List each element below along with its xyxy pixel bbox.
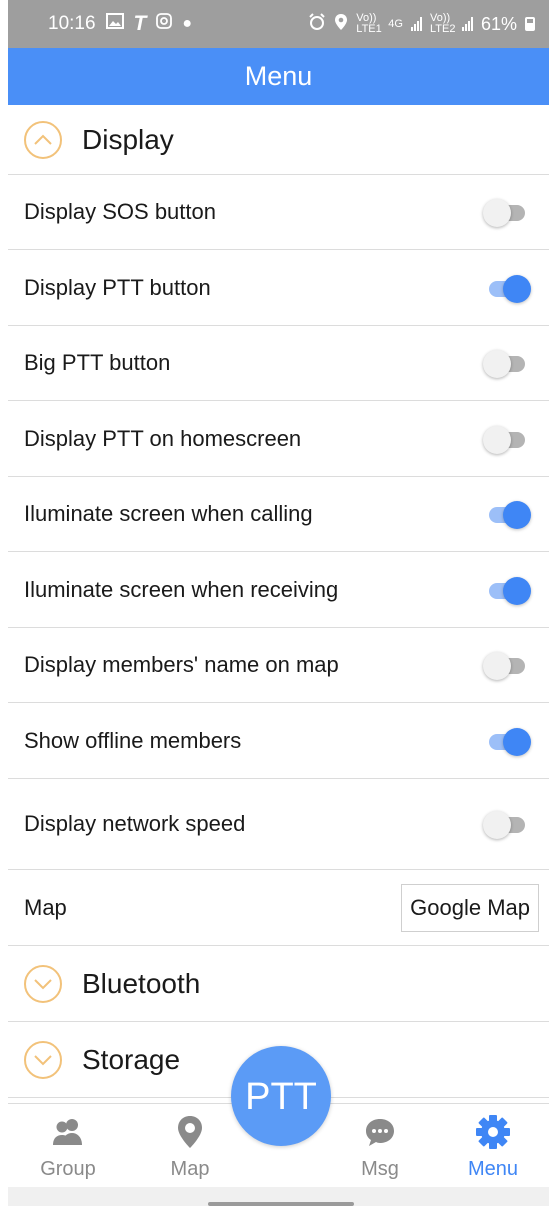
setting-row-offline-members: Show offline members (8, 703, 549, 779)
section-label: Storage (82, 1043, 181, 1075)
setting-row-members-name: Display members' name on map (8, 628, 549, 703)
offline-members-toggle[interactable] (483, 726, 531, 756)
status-right: Vo)) LTE1 4G Vo)) LTE2 61% (308, 13, 535, 36)
big-ptt-toggle[interactable] (483, 348, 531, 378)
chevron-up-icon (24, 120, 62, 159)
home-indicator[interactable] (208, 1202, 354, 1206)
section-label: Display (82, 123, 174, 155)
toggle-thumb (483, 425, 511, 454)
nav-label: Group (40, 1158, 96, 1180)
system-nav-area (8, 1187, 549, 1206)
signal-icon-2 (461, 17, 473, 31)
section-label: Bluetooth (82, 967, 201, 999)
location-icon (334, 13, 348, 36)
page-title: Menu (244, 61, 313, 91)
sos-toggle[interactable] (483, 197, 531, 227)
setting-label: Display members' name on map (24, 652, 339, 677)
toggle-thumb (503, 501, 531, 529)
signal-icon (410, 17, 422, 31)
nav-label: Map (170, 1158, 210, 1180)
setting-row-map: Map Google Map (8, 870, 549, 946)
illuminate-calling-toggle[interactable] (483, 499, 531, 529)
toggle-thumb (483, 811, 511, 839)
instagram-icon (156, 13, 173, 35)
map-provider-select[interactable]: Google Map (401, 883, 539, 932)
alarm-icon (308, 12, 326, 36)
setting-row-big-ptt: Big PTT button (8, 326, 549, 401)
volte2-indicator: Vo)) LTE2 (429, 12, 456, 35)
toggle-thumb (483, 652, 511, 680)
network-speed-toggle[interactable] (483, 809, 531, 839)
ptt-toggle[interactable] (483, 273, 531, 303)
illuminate-receiving-toggle[interactable] (483, 575, 531, 605)
group-icon (50, 1112, 86, 1152)
setting-row-ptt-homescreen: Display PTT on homescreen (8, 401, 549, 477)
setting-label: Map (24, 894, 67, 920)
nav-group[interactable]: Group (18, 1112, 118, 1181)
status-bar: 10:16 T ● Vo)) LTE1 4G Vo)) LTE2 61% (8, 0, 549, 48)
chevron-down-icon (24, 964, 62, 1003)
members-name-toggle[interactable] (483, 650, 531, 680)
setting-label: Big PTT button (24, 350, 171, 375)
toggle-thumb (503, 727, 531, 756)
setting-label: Display network speed (24, 811, 246, 836)
gear-icon (475, 1112, 511, 1152)
ptt-homescreen-toggle[interactable] (483, 424, 531, 454)
app-bar: Menu (8, 48, 549, 105)
nav-label: Menu (467, 1158, 519, 1180)
section-display[interactable]: Display (8, 105, 549, 175)
toggle-thumb (483, 350, 511, 378)
setting-row-illuminate-receiving: Iluminate screen when receiving (8, 552, 549, 628)
setting-label: Iluminate screen when receiving (24, 576, 339, 602)
dot-icon: ● (182, 15, 193, 32)
toggle-thumb (503, 576, 531, 605)
setting-row-ptt: Display PTT button (8, 250, 549, 326)
battery-percent: 61% (480, 13, 517, 34)
settings-list: Display Display SOS button Display PTT b… (8, 105, 549, 1098)
setting-label: Display PTT on homescreen (24, 425, 302, 451)
toggle-thumb (503, 274, 531, 303)
nav-msg[interactable]: Msg (330, 1112, 430, 1181)
t-icon: T (133, 12, 147, 35)
toggle-thumb (483, 199, 511, 227)
status-left: 10:16 T ● (48, 12, 192, 36)
image-icon (105, 13, 124, 35)
chevron-down-icon (24, 1040, 62, 1079)
network-type: 4G (388, 17, 403, 30)
section-bluetooth[interactable]: Bluetooth (8, 946, 549, 1022)
setting-row-illuminate-calling: Iluminate screen when calling (8, 477, 549, 552)
setting-row-network-speed: Display network speed (8, 779, 549, 870)
battery-icon (525, 17, 535, 31)
volte1-indicator: Vo)) LTE1 (356, 12, 382, 35)
setting-label: Show offline members (24, 727, 242, 753)
map-pin-icon (177, 1112, 203, 1152)
nav-label: Msg (361, 1158, 399, 1180)
setting-label: Display SOS button (24, 199, 216, 224)
nav-menu[interactable]: Menu (443, 1112, 543, 1181)
status-time: 10:16 (48, 13, 96, 34)
ptt-label: PTT (245, 1076, 317, 1118)
ptt-button[interactable]: PTT (231, 1046, 331, 1146)
setting-label: Iluminate screen when calling (24, 501, 313, 526)
nav-map[interactable]: Map (140, 1112, 240, 1181)
setting-label: Display PTT button (24, 274, 211, 300)
setting-row-sos: Display SOS button (8, 175, 549, 250)
message-icon (364, 1112, 396, 1152)
